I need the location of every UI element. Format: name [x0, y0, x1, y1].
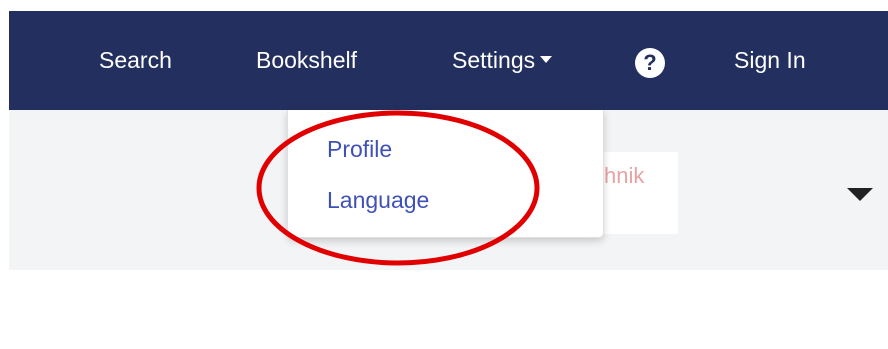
help-icon[interactable]: ?: [635, 48, 665, 78]
chevron-down-icon[interactable]: [847, 188, 873, 201]
nav-settings-label: Settings: [452, 47, 536, 73]
chevron-down-icon: [540, 56, 553, 63]
nav-settings-dropdown[interactable]: Settings: [452, 11, 553, 110]
nav-bookshelf-link[interactable]: Bookshelf: [256, 11, 357, 110]
nav-search-link[interactable]: Search: [99, 11, 172, 110]
top-navbar: Search Bookshelf Settings ? Sign In: [9, 11, 888, 110]
page: Search Bookshelf Settings ? Sign In chni…: [0, 0, 888, 349]
sign-in-link[interactable]: Sign In: [734, 11, 806, 110]
menu-item-language[interactable]: Language: [327, 187, 429, 214]
menu-item-profile[interactable]: Profile: [327, 136, 392, 163]
settings-dropdown-menu: Profile Language: [287, 110, 604, 238]
